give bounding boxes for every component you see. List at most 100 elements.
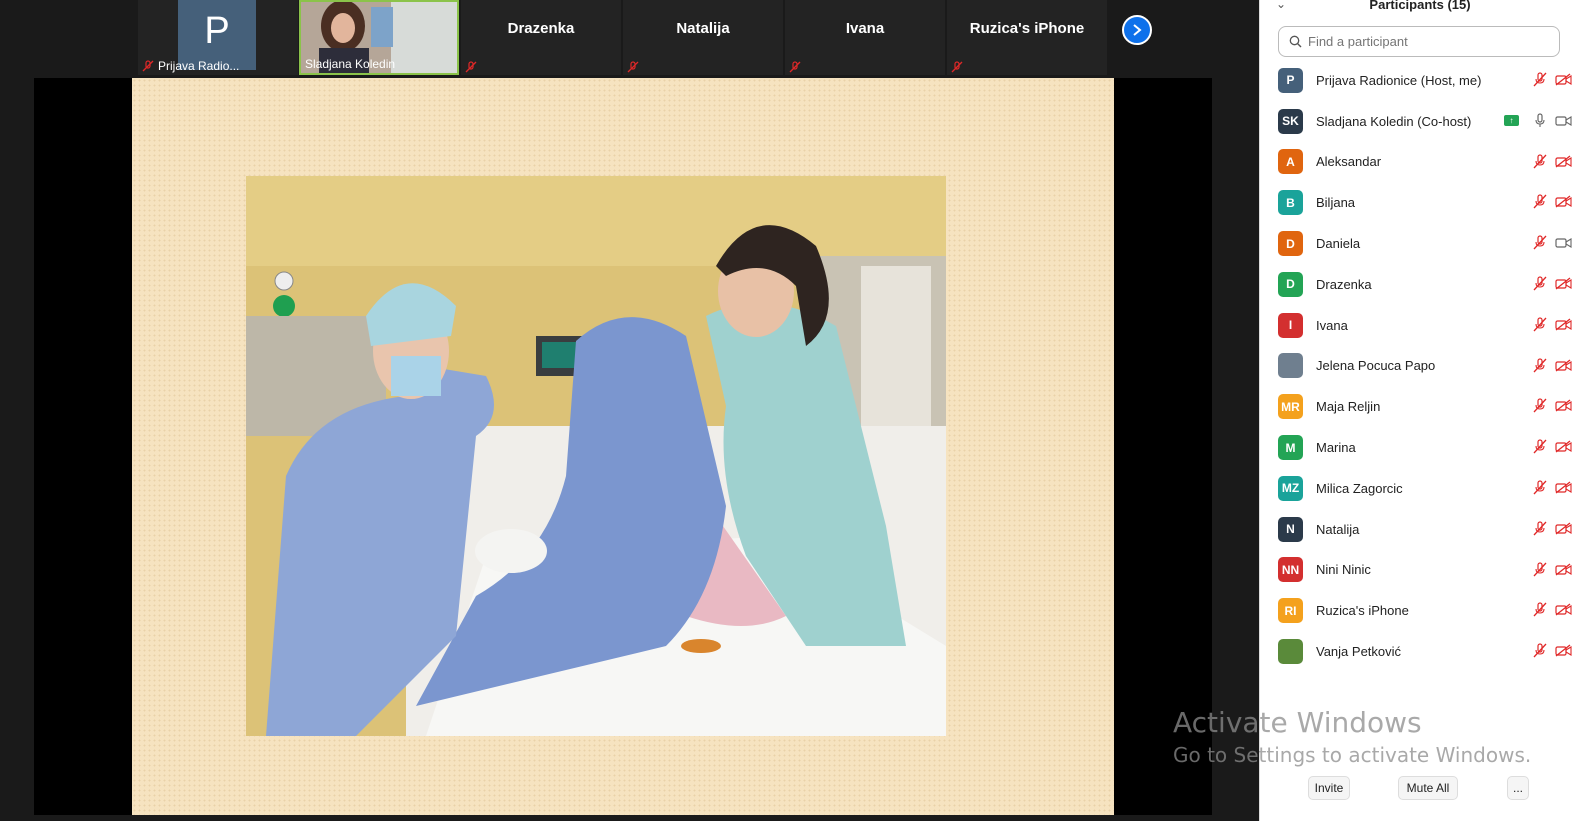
participant-name: Natalija	[1316, 521, 1360, 537]
avatar: P	[1278, 67, 1303, 93]
participant-row[interactable]: MR Maja Reljin	[1260, 386, 1579, 427]
participant-row[interactable]: B Biljana	[1260, 182, 1579, 223]
participant-status-icons	[1533, 357, 1572, 373]
video-tile-sladjana[interactable]: Sladjana Koledin	[299, 0, 459, 75]
participant-name: Milica Zagorcic	[1316, 480, 1403, 496]
video-off-icon[interactable]	[1555, 277, 1572, 290]
avatar: D	[1278, 231, 1303, 257]
participant-search[interactable]	[1278, 26, 1560, 57]
video-off-icon[interactable]	[1555, 399, 1572, 412]
mic-muted-icon[interactable]	[1533, 317, 1547, 332]
search-icon	[1289, 35, 1302, 48]
participant-status-icons	[1533, 317, 1572, 332]
share-screen-icon: ↑	[1504, 114, 1519, 126]
video-off-icon[interactable]	[1555, 644, 1572, 657]
zoom-meeting-window: P Prijava Radio... Sladjana Koledin Draz…	[0, 0, 1579, 821]
video-off-icon[interactable]	[1555, 440, 1572, 453]
tile-name: Ivana	[845, 20, 885, 37]
participant-row[interactable]: P Prijava Radionice (Host, me)	[1260, 60, 1579, 101]
participant-name: Marina	[1316, 440, 1356, 456]
tile-name: Ruzica's iPhone	[969, 20, 1085, 37]
mic-icon[interactable]	[1533, 113, 1547, 128]
video-tile-prijava[interactable]: P Prijava Radio...	[138, 0, 298, 75]
participant-row[interactable]: A Aleksandar	[1260, 142, 1579, 183]
mic-muted-icon[interactable]	[1533, 72, 1547, 87]
avatar	[1278, 639, 1303, 665]
tile-name: Drazenka	[507, 20, 575, 37]
video-off-icon[interactable]	[1555, 318, 1572, 331]
participants-panel: ⌄ Participants (15) P Prijava Radionice (…	[1259, 0, 1579, 821]
tile-name: Sladjana Koledin	[305, 57, 396, 71]
video-off-icon[interactable]	[1555, 481, 1572, 494]
video-strip: P Prijava Radio... Sladjana Koledin Draz…	[0, 0, 1268, 77]
mic-muted-icon[interactable]	[1533, 357, 1547, 373]
mic-muted-icon[interactable]	[1533, 521, 1547, 536]
video-off-icon[interactable]	[1555, 563, 1572, 576]
participant-row[interactable]: RI Ruzica's iPhone	[1260, 590, 1579, 631]
invite-button[interactable]: Invite	[1308, 776, 1350, 800]
participant-row[interactable]: D Drazenka	[1260, 264, 1579, 305]
mic-muted-icon[interactable]	[1533, 194, 1547, 209]
video-off-icon[interactable]	[1555, 522, 1572, 535]
more-options-button[interactable]: ...	[1507, 776, 1529, 800]
participant-name: Ivana	[1316, 317, 1348, 333]
video-off-icon[interactable]	[1555, 195, 1572, 208]
participant-status-icons	[1533, 72, 1572, 87]
participant-row[interactable]: SK Sladjana Koledin (Co-host) ↑	[1260, 101, 1579, 142]
mic-muted-icon[interactable]	[1533, 439, 1547, 454]
avatar: A	[1278, 149, 1303, 175]
presentation-slide	[132, 78, 1114, 815]
participant-status-icons	[1533, 398, 1572, 413]
participant-status-icons	[1533, 194, 1572, 209]
panel-header: ⌄ Participants (15)	[1260, 0, 1579, 14]
video-tile-ruzica[interactable]: Ruzica's iPhone	[947, 0, 1107, 75]
participant-name: Ruzica's iPhone	[1316, 603, 1409, 619]
mic-muted-icon[interactable]	[1533, 235, 1547, 250]
avatar: N	[1278, 516, 1303, 542]
mic-muted-icon	[627, 61, 639, 73]
video-off-icon[interactable]	[1555, 73, 1572, 86]
mic-muted-icon[interactable]	[1533, 276, 1547, 291]
mic-muted-icon[interactable]	[1533, 398, 1547, 413]
participant-name: Nini Ninic	[1316, 562, 1371, 578]
participant-row[interactable]: N Natalija	[1260, 509, 1579, 550]
participant-row[interactable]: M Marina	[1260, 427, 1579, 468]
participant-name: Biljana	[1316, 195, 1356, 211]
participant-row[interactable]: MZ Milica Zagorcic	[1260, 468, 1579, 509]
participant-row[interactable]: NN Nini Ninic	[1260, 550, 1579, 591]
search-input[interactable]	[1308, 34, 1548, 49]
panel-footer: Invite Mute All ...	[1260, 776, 1579, 802]
participant-status-icons	[1533, 602, 1572, 617]
video-tile-ivana[interactable]: Ivana	[785, 0, 945, 75]
avatar: MR	[1278, 394, 1303, 420]
participant-name: Daniela	[1316, 236, 1361, 252]
participant-status-icons	[1533, 439, 1572, 454]
mic-muted-icon[interactable]	[1533, 561, 1547, 577]
participant-name: Drazenka	[1316, 276, 1372, 292]
shared-screen	[34, 78, 1212, 815]
video-icon[interactable]	[1555, 236, 1572, 249]
video-off-icon[interactable]	[1555, 155, 1572, 168]
avatar: MZ	[1278, 475, 1303, 501]
participant-name: Vanja Petković	[1316, 644, 1402, 660]
participant-status-icons	[1533, 561, 1572, 577]
mic-muted-icon[interactable]	[1533, 153, 1547, 169]
participant-name: Maja Reljin	[1316, 399, 1381, 415]
participant-row[interactable]: Vanja Petković	[1260, 631, 1579, 672]
video-off-icon[interactable]	[1555, 603, 1572, 616]
video-off-icon[interactable]	[1555, 359, 1572, 372]
participant-status-icons	[1533, 153, 1572, 169]
mic-muted-icon[interactable]	[1533, 643, 1547, 658]
participant-row[interactable]: I Ivana	[1260, 305, 1579, 346]
mic-muted-icon[interactable]	[1533, 602, 1547, 617]
mic-muted-icon[interactable]	[1533, 480, 1547, 495]
participant-status-icons	[1533, 480, 1572, 495]
mute-all-button[interactable]: Mute All	[1398, 776, 1458, 800]
next-page-button[interactable]	[1122, 15, 1152, 45]
video-tile-natalija[interactable]: Natalija	[623, 0, 783, 75]
participant-row[interactable]: D Daniela	[1260, 223, 1579, 264]
video-icon[interactable]	[1555, 114, 1572, 127]
participant-status-icons	[1533, 276, 1572, 291]
video-tile-drazenka[interactable]: Drazenka	[461, 0, 621, 75]
participant-row[interactable]: Jelena Pocuca Papo	[1260, 346, 1579, 387]
